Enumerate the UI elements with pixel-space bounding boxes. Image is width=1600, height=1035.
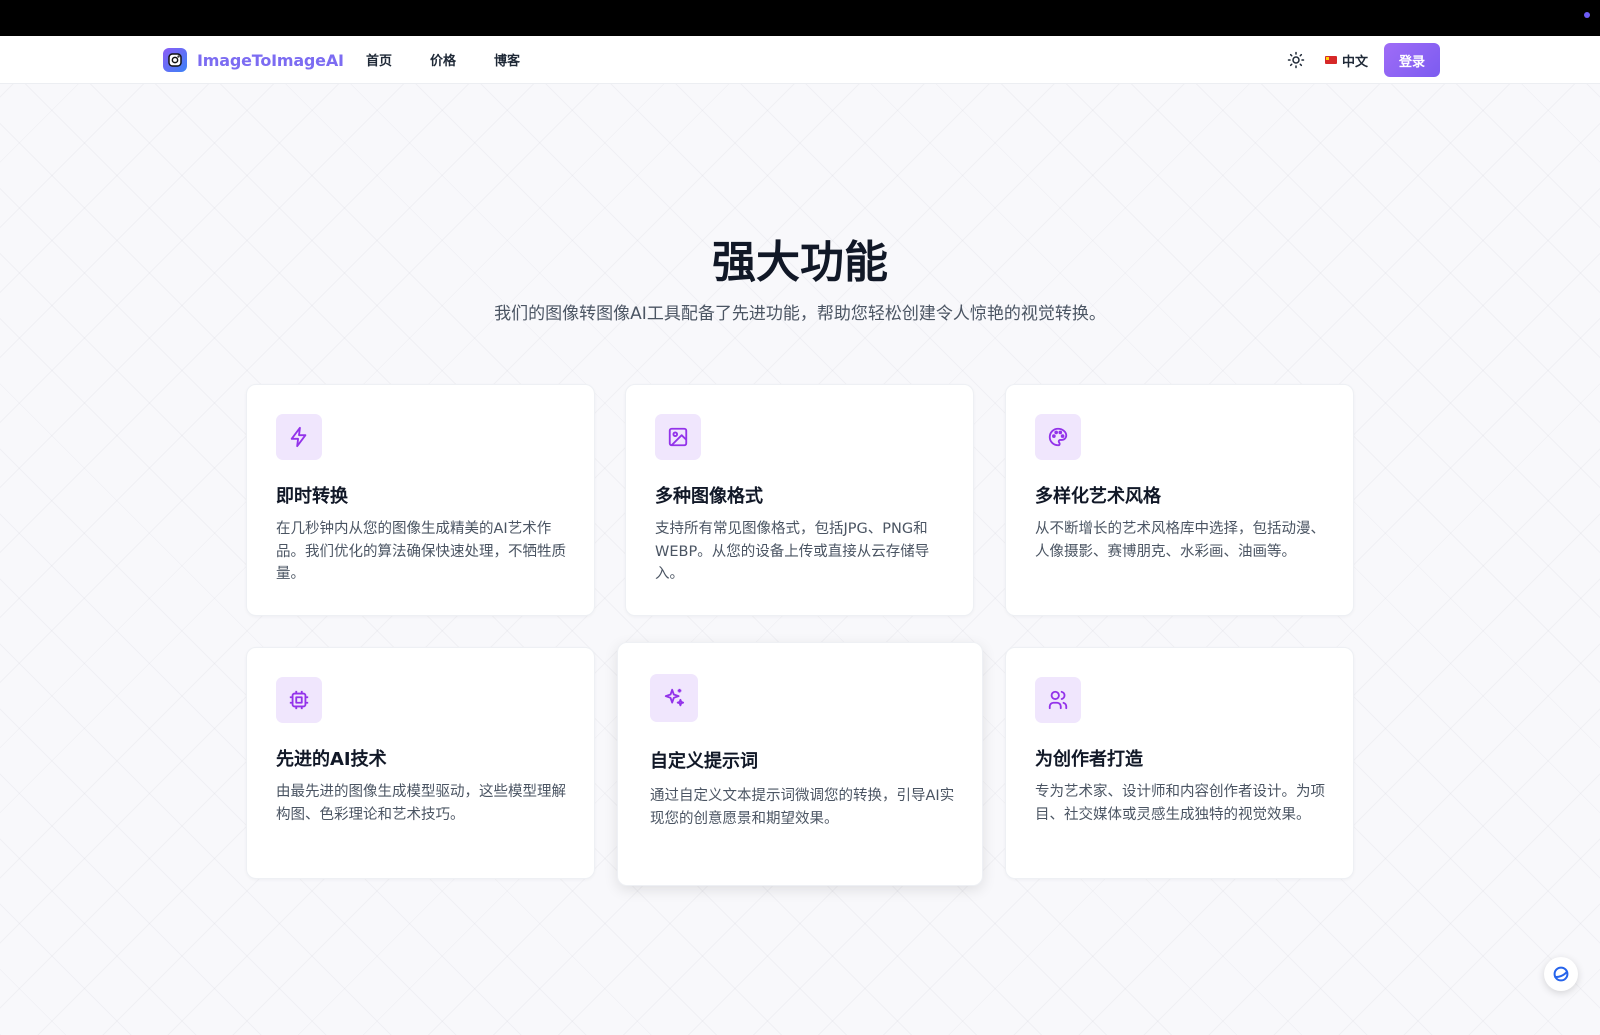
image-icon: [655, 414, 701, 460]
feature-card-instant: 即时转换 在几秒钟内从您的图像生成精美的AI艺术作品。我们优化的算法确保快速处理…: [246, 384, 595, 616]
language-label: 中文: [1341, 54, 1368, 70]
nav-actions: 中文 登录: [1279, 43, 1440, 77]
feature-card-prompts: 自定义提示词 通过自定义文本提示词微调您的转换，引导AI实现您的创意愿景和期望效…: [617, 642, 983, 886]
feature-title: 多样化艺术风格: [1035, 486, 1161, 507]
section-title: 强大功能: [712, 237, 888, 288]
cpu-icon: [276, 677, 322, 723]
feature-title: 先进的AI技术: [276, 749, 387, 770]
feature-card-ai-tech: 先进的AI技术 由最先进的图像生成模型驱动，这些模型理解构图、色彩理论和艺术技巧…: [246, 647, 595, 879]
feature-title: 为创作者打造: [1035, 749, 1143, 770]
feature-card-formats: 多种图像格式 支持所有常见图像格式，包括JPG、PNG和WEBP。从您的设备上传…: [625, 384, 974, 616]
nav-link-home[interactable]: 首页: [366, 50, 392, 69]
feature-desc: 从不断增长的艺术风格库中选择，包括动漫、人像摄影、赛博朋克、水彩画、油画等。: [1035, 521, 1325, 560]
palette-icon: [1035, 414, 1081, 460]
feature-title: 自定义提示词: [650, 751, 758, 772]
section-subtitle: 我们的图像转图像AI工具配备了先进功能，帮助您轻松创建令人惊艳的视觉转换。: [494, 304, 1106, 324]
feature-desc: 在几秒钟内从您的图像生成精美的AI艺术作品。我们优化的算法确保快速处理，不牺牲质…: [276, 521, 566, 582]
sparkles-icon: [650, 674, 698, 722]
status-dot-icon: [1584, 12, 1590, 18]
navbar: ImageToImageAI 首页 价格 博客 中文 登录: [0, 36, 1600, 84]
users-icon: [1035, 677, 1081, 723]
language-switcher[interactable]: 中文: [1324, 51, 1368, 70]
sun-icon[interactable]: [1279, 43, 1313, 77]
feature-card-creators: 为创作者打造 专为艺术家、设计师和内容创作者设计。为项目、社交媒体或灵感生成独特…: [1005, 647, 1354, 879]
feature-desc: 专为艺术家、设计师和内容创作者设计。为项目、社交媒体或灵感生成独特的视觉效果。: [1035, 784, 1325, 823]
lightning-icon: [276, 414, 322, 460]
login-button[interactable]: 登录: [1384, 43, 1440, 77]
brand[interactable]: ImageToImageAI: [163, 48, 344, 72]
brand-logo-icon: [163, 48, 187, 72]
nav-link-pricing[interactable]: 价格: [430, 50, 456, 69]
feature-card-styles: 多样化艺术风格 从不断增长的艺术风格库中选择，包括动漫、人像摄影、赛博朋克、水彩…: [1005, 384, 1354, 616]
feature-desc: 通过自定义文本提示词微调您的转换，引导AI实现您的创意愿景和期望效果。: [650, 788, 955, 827]
china-flag-icon: [1324, 56, 1337, 64]
feature-title: 即时转换: [276, 486, 348, 507]
main-nav: 首页 价格 博客: [366, 50, 520, 69]
browser-top-bar: [0, 0, 1600, 36]
chat-support-icon[interactable]: [1544, 957, 1578, 991]
feature-desc: 由最先进的图像生成模型驱动，这些模型理解构图、色彩理论和艺术技巧。: [276, 784, 566, 823]
feature-title: 多种图像格式: [655, 486, 763, 507]
nav-link-blog[interactable]: 博客: [494, 50, 520, 69]
feature-desc: 支持所有常见图像格式，包括JPG、PNG和WEBP。从您的设备上传或直接从云存储…: [655, 521, 930, 582]
brand-name: ImageToImageAI: [197, 50, 344, 70]
